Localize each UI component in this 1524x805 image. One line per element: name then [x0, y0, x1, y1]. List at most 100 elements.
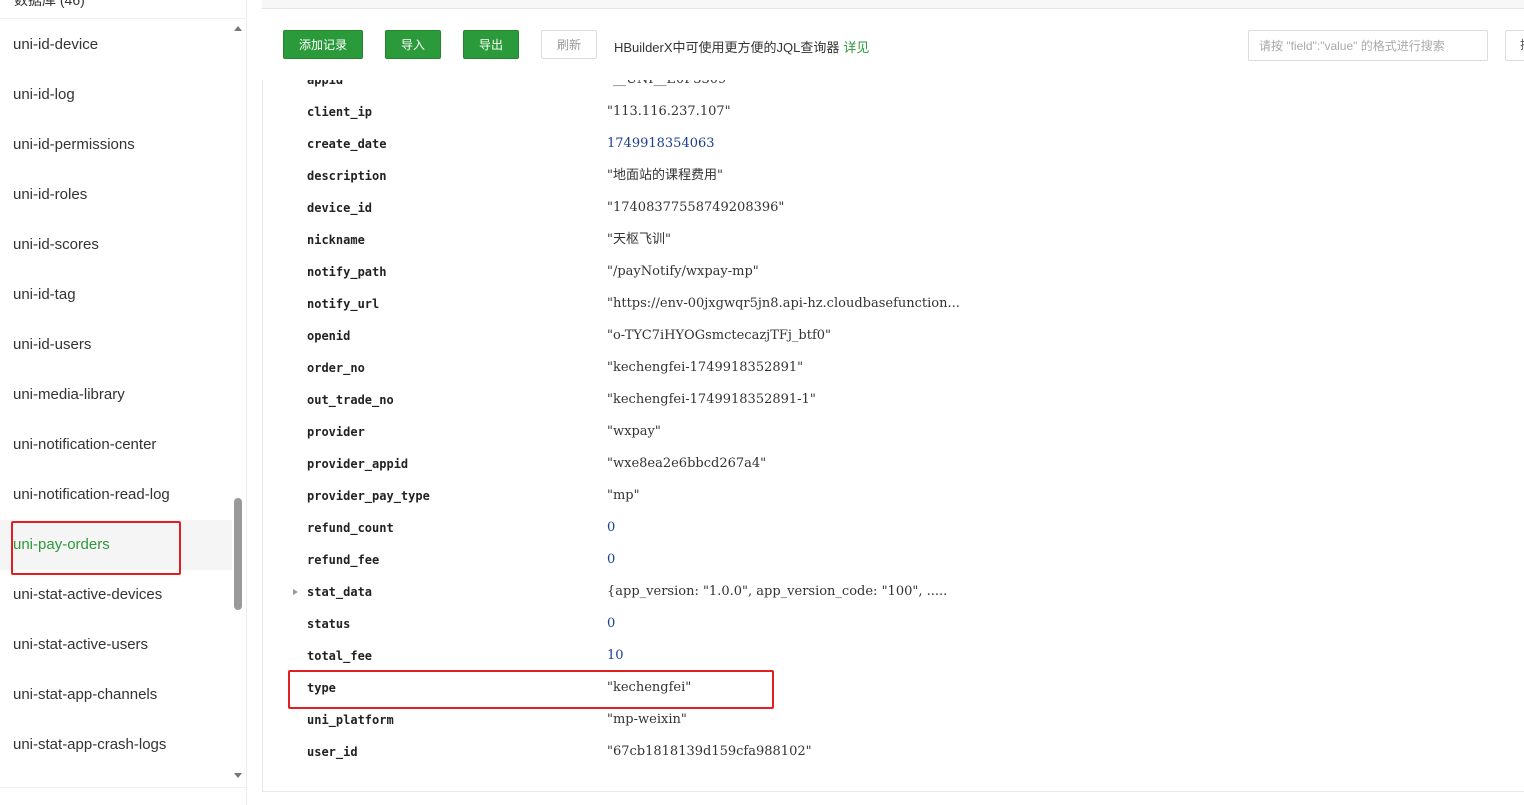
field-key: refund_count [307, 521, 394, 535]
field-key: nickname [307, 233, 365, 247]
divider [0, 18, 246, 19]
sidebar-item-uni-stat-app-channels[interactable]: uni-stat-app-channels [0, 670, 232, 720]
field-row-stat_data[interactable]: stat_data {app_version: "1.0.0", app_vers… [263, 576, 1524, 608]
search-input[interactable] [1248, 30, 1488, 61]
field-value[interactable]: "天枢飞训" [607, 224, 671, 256]
field-row-client_ip[interactable]: client_ip "113.116.237.107" [263, 96, 1524, 128]
field-key: notify_url [307, 297, 380, 311]
field-row-order_no[interactable]: order_no "kechengfei-1749918352891" [263, 352, 1524, 384]
jql-hint: HBuilderX中可使用更方便的JQL查询器 详见 [614, 37, 869, 56]
sidebar-item-uni-id-users[interactable]: uni-id-users [0, 320, 232, 370]
field-row-notify_url[interactable]: notify_url "https://env-00jxgwqr5jn8.api-… [263, 288, 1524, 320]
field-row-out_trade_no[interactable]: out_trade_no "kechengfei-1749918352891-1" [263, 384, 1524, 416]
field-row-uni_platform[interactable]: uni_platform "mp-weixin" [263, 704, 1524, 736]
field-row-create_date[interactable]: create_date 1749918354063 [263, 128, 1524, 160]
field-value[interactable]: "__UNI__E0F3309" [607, 80, 732, 96]
scroll-down-arrow-icon[interactable] [234, 773, 242, 778]
field-key: type [307, 681, 336, 695]
refresh-button[interactable]: 刷新 [541, 30, 597, 59]
field-row-provider_pay_type[interactable]: provider_pay_type "mp" [263, 480, 1524, 512]
field-row-nickname[interactable]: nickname "天枢飞训" [263, 224, 1524, 256]
field-value[interactable]: "kechengfei-1749918352891" [607, 352, 803, 384]
field-key: device_id [307, 201, 373, 215]
field-value[interactable]: 10 [607, 640, 624, 672]
field-value[interactable]: 0 [607, 544, 615, 576]
sidebar-item-uni-id-scores[interactable]: uni-id-scores [0, 220, 232, 270]
scroll-up-arrow-icon[interactable] [234, 26, 242, 31]
field-value[interactable]: 0 [607, 608, 615, 640]
toolbar: 添加记录 导入 导出 刷新 HBuilderX中可使用更方便的JQL查询器 详见 … [246, 30, 1524, 62]
field-value[interactable]: 0 [607, 512, 615, 544]
sidebar-item-uni-stat-active-users[interactable]: uni-stat-active-users [0, 620, 232, 670]
add-record-button[interactable]: 添加记录 [283, 30, 363, 59]
sidebar-item-uni-id-permissions[interactable]: uni-id-permissions [0, 120, 232, 170]
field-row-type[interactable]: type "kechengfei" [263, 672, 1524, 704]
field-value[interactable]: {app_version: "1.0.0", app_version_code:… [607, 576, 947, 608]
field-value[interactable]: "https://env-00jxgwqr5jn8.api-hz.cloudba… [607, 288, 960, 320]
sidebar-item-uni-notification-center[interactable]: uni-notification-center [0, 420, 232, 470]
search-button[interactable]: 搜 [1505, 30, 1524, 61]
field-row-user_id[interactable]: user_id "67cb1818139d159cfa988102" [263, 736, 1524, 768]
scrollbar-thumb[interactable] [234, 498, 242, 610]
sidebar-item-uni-notification-read-log[interactable]: uni-notification-read-log [0, 470, 232, 520]
field-key: provider_pay_type [307, 489, 430, 503]
collection-sidebar: 数据库 (46) uni-id-device uni-id-log uni-id-p… [0, 0, 247, 805]
field-row-device_id[interactable]: device_id "17408377558749208396" [263, 192, 1524, 224]
field-row-status[interactable]: status 0 [263, 608, 1524, 640]
field-value[interactable]: "113.116.237.107" [607, 96, 731, 128]
field-value[interactable]: "wxpay" [607, 416, 661, 448]
field-key: uni_platform [307, 713, 394, 727]
field-row-openid[interactable]: openid "o-TYC7iHYOGsmctecazjTFj_btf0" [263, 320, 1524, 352]
record-detail-panel: appid "__UNI__E0F3309" client_ip "113.116.2… [262, 80, 1524, 792]
details-link[interactable]: 详见 [843, 40, 869, 55]
field-value[interactable]: "17408377558749208396" [607, 192, 784, 224]
sidebar-item-uni-id-tag[interactable]: uni-id-tag [0, 270, 232, 320]
field-value[interactable]: "mp" [607, 480, 640, 512]
field-row-description[interactable]: description "地面站的课程费用" [263, 160, 1524, 192]
field-key: openid [307, 329, 351, 343]
sidebar-scrollbar[interactable] [233, 26, 243, 778]
field-key: description [307, 169, 387, 183]
field-value[interactable]: "/payNotify/wxpay-mp" [607, 256, 759, 288]
field-key: client_ip [307, 105, 373, 119]
sidebar-item-uni-id-log[interactable]: uni-id-log [0, 70, 232, 120]
sidebar-item-uni-media-library[interactable]: uni-media-library [0, 370, 232, 420]
sidebar-header: 数据库 (46) [14, 0, 85, 8]
field-value[interactable]: "67cb1818139d159cfa988102" [607, 736, 812, 768]
field-row-notify_path[interactable]: notify_path "/payNotify/wxpay-mp" [263, 256, 1524, 288]
field-row-refund_fee[interactable]: refund_fee 0 [263, 544, 1524, 576]
field-key: user_id [307, 745, 358, 759]
field-key: notify_path [307, 265, 387, 279]
field-key: total_fee [307, 649, 373, 663]
import-button[interactable]: 导入 [385, 30, 441, 59]
sidebar-item-uni-id-roles[interactable]: uni-id-roles [0, 170, 232, 220]
field-value[interactable]: "地面站的课程费用" [607, 160, 723, 192]
field-value[interactable]: "kechengfei-1749918352891-1" [607, 384, 816, 416]
field-row-total_fee[interactable]: total_fee 10 [263, 640, 1524, 672]
field-value[interactable]: "o-TYC7iHYOGsmctecazjTFj_btf0" [607, 320, 831, 352]
field-row-provider[interactable]: provider "wxpay" [263, 416, 1524, 448]
field-value[interactable]: "mp-weixin" [607, 704, 687, 736]
field-row-appid[interactable]: appid "__UNI__E0F3309" [263, 80, 1524, 96]
field-key: status [307, 617, 351, 631]
field-key: order_no [307, 361, 365, 375]
jql-hint-text: HBuilderX中可使用更方便的JQL查询器 [614, 40, 840, 55]
sidebar-item-uni-id-device[interactable]: uni-id-device [0, 20, 232, 70]
field-value[interactable]: "kechengfei" [607, 672, 691, 704]
field-key: refund_fee [307, 553, 380, 567]
divider [0, 787, 246, 788]
field-row-refund_count[interactable]: refund_count 0 [263, 512, 1524, 544]
field-row-provider_appid[interactable]: provider_appid "wxe8ea2e6bbcd267a4" [263, 448, 1524, 480]
export-button[interactable]: 导出 [463, 30, 519, 59]
field-value[interactable]: "wxe8ea2e6bbcd267a4" [607, 448, 766, 480]
expand-arrow-icon[interactable] [293, 589, 298, 595]
main-area: 添加记录 导入 导出 刷新 HBuilderX中可使用更方便的JQL查询器 详见 … [246, 0, 1524, 805]
field-key: out_trade_no [307, 393, 394, 407]
field-key: create_date [307, 137, 387, 151]
field-value[interactable]: 1749918354063 [607, 128, 715, 160]
sidebar-item-uni-pay-orders[interactable]: uni-pay-orders [0, 520, 232, 570]
sidebar-item-uni-stat-app-crash-logs[interactable]: uni-stat-app-crash-logs [0, 720, 232, 770]
field-key: provider_appid [307, 457, 409, 471]
sidebar-item-uni-stat-active-devices[interactable]: uni-stat-active-devices [0, 570, 232, 620]
top-strip [262, 0, 1524, 9]
